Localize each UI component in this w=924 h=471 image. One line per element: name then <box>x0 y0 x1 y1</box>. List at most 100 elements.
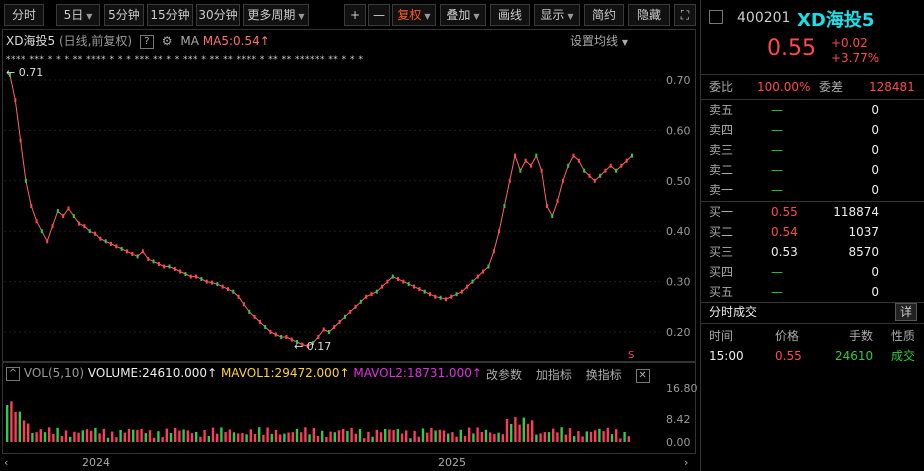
bid-label: 买一 <box>709 205 734 219</box>
weibi-label: 委比 <box>709 80 734 94</box>
ask-row: 卖四 — 0 <box>701 120 924 140</box>
volume-bar <box>367 431 370 442</box>
volume-bar <box>405 430 408 442</box>
detail-button[interactable]: 详 <box>895 303 917 321</box>
bid-volume: 8570 <box>848 245 879 259</box>
volume-bar <box>237 433 240 442</box>
volume-bar <box>321 430 324 442</box>
volume-bar <box>560 427 563 442</box>
bid-label: 买二 <box>709 225 734 239</box>
volume-bar <box>615 429 618 442</box>
volume-bar <box>459 429 462 442</box>
volume-bar <box>501 434 504 442</box>
col-price: 价格 <box>775 329 800 343</box>
weicha-value: 128481 <box>869 80 915 94</box>
volume-tick-label: 16.80 <box>666 382 698 395</box>
volume-bar <box>337 430 341 442</box>
trade-row: 15:00 0.55 24610 成交 <box>701 346 924 366</box>
volume-bar <box>417 436 420 442</box>
volume-bar <box>274 429 278 442</box>
volume-bar <box>577 431 580 442</box>
volume-bar <box>522 417 525 442</box>
ask-volume: 0 <box>871 103 879 117</box>
divider <box>701 323 924 324</box>
volume-bar <box>619 438 622 442</box>
volume-bar <box>73 431 76 442</box>
bid-label: 买五 <box>709 285 734 299</box>
scroll-right-icon[interactable]: › <box>684 456 688 469</box>
weicha-label: 委差 <box>819 80 844 94</box>
volume-bar <box>182 429 185 442</box>
bid-label: 买三 <box>709 245 734 259</box>
volume-bar <box>22 420 26 442</box>
volume-bar <box>224 432 227 442</box>
trades-columns: 时间 价格 手数 性质 <box>701 326 924 346</box>
volume-bar <box>514 417 517 442</box>
volume-bar <box>81 430 84 442</box>
volume-bar <box>123 432 126 442</box>
volume-bar <box>157 431 160 442</box>
bid-volume: 0 <box>871 285 879 299</box>
volume-bar <box>136 429 139 442</box>
volume-bar <box>56 427 59 442</box>
volume-bar <box>77 432 80 442</box>
volume-bar <box>14 411 17 442</box>
volume-bar <box>85 429 89 442</box>
volume-bar <box>295 428 299 442</box>
bid-row: 买四 — 0 <box>701 262 924 282</box>
volume-bar <box>216 433 219 442</box>
volume-bar <box>253 433 257 442</box>
volume-bar <box>153 437 156 442</box>
scroll-left-icon[interactable]: ‹ <box>4 456 8 469</box>
volume-bar <box>119 430 122 442</box>
volume-bar <box>270 433 273 442</box>
trade-nature: 成交 <box>891 349 916 363</box>
volume-bar <box>447 433 450 442</box>
volume-bar <box>455 436 458 442</box>
volume-bar <box>564 434 567 442</box>
volume-bar <box>106 437 110 442</box>
volume-chart: 16.80 8.42 0.00 2024 2025 ‹ › <box>4 382 698 469</box>
volume-bar <box>585 431 588 442</box>
ask-price: — <box>771 163 783 177</box>
volume-bar <box>312 427 315 442</box>
volume-bar <box>505 418 509 442</box>
volume-bar <box>190 433 194 442</box>
volume-bar <box>283 433 286 442</box>
divider <box>701 74 924 75</box>
volume-bar <box>342 428 345 442</box>
volume-bar <box>451 432 454 442</box>
volume-bar <box>426 432 429 442</box>
menu-icon[interactable] <box>709 10 723 24</box>
col-time: 时间 <box>709 329 734 343</box>
ask-label: 卖五 <box>709 103 734 117</box>
bid-price: — <box>771 265 783 279</box>
volume-bar <box>547 432 551 442</box>
volume-bar <box>413 430 416 442</box>
volume-tick-label: 0.00 <box>666 436 691 449</box>
volume-bar <box>31 432 34 442</box>
ask-row: 卖二 — 0 <box>701 160 924 180</box>
ask-row: 卖三 — 0 <box>701 140 924 160</box>
volume-bar <box>220 427 223 442</box>
volume-bar <box>304 427 307 442</box>
volume-bar <box>531 420 534 442</box>
volume-bar <box>174 427 177 442</box>
ask-row: 卖一 — 0 <box>701 180 924 200</box>
volume-bar <box>589 431 593 442</box>
volume-bar <box>140 428 143 442</box>
trade-time: 15:00 <box>709 349 744 363</box>
volume-bar <box>581 436 584 442</box>
ask-volume: 0 <box>871 143 879 157</box>
volume-bar <box>518 424 521 442</box>
bid-volume: 1037 <box>848 225 879 239</box>
ask-volume: 0 <box>871 183 879 197</box>
volume-bar <box>186 430 189 442</box>
volume-bar <box>64 430 68 442</box>
volume-bar <box>489 432 492 442</box>
volume-bar <box>165 428 168 442</box>
col-nature: 性质 <box>891 329 916 343</box>
volume-bar <box>598 428 601 442</box>
volume-bar <box>442 430 446 442</box>
volume-bar <box>556 432 559 442</box>
